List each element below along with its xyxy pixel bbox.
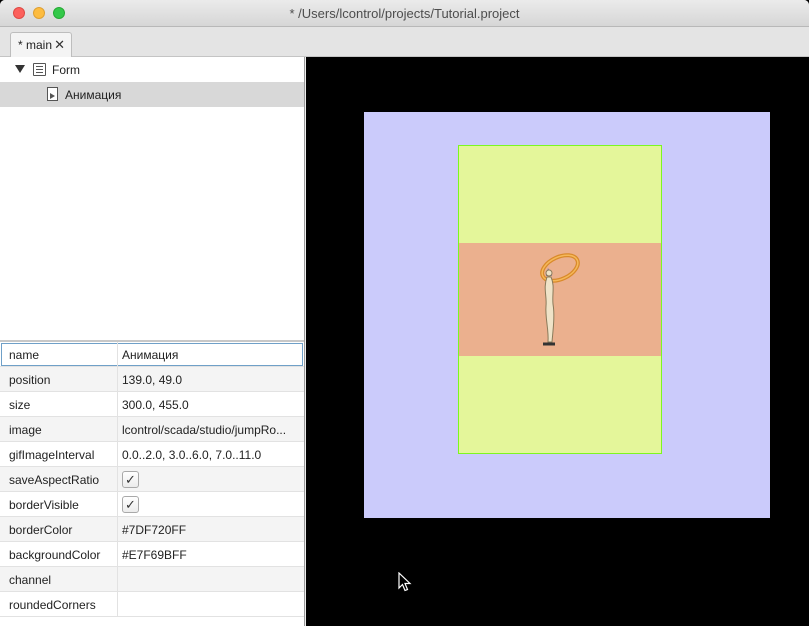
property-key: roundedCorners xyxy=(9,598,96,612)
component-tree: Form Анимация xyxy=(0,57,304,341)
property-value-gifImageInterval[interactable]: 0.0..2.0, 3.0..6.0, 7.0..11.0 xyxy=(122,448,300,462)
column-divider xyxy=(117,442,118,467)
property-value-image[interactable]: lcontrol/scada/studio/jumpRo... xyxy=(122,423,300,437)
property-row-backgroundColor[interactable]: backgroundColor #E7F69BFF xyxy=(0,542,304,567)
property-row-saveAspectRatio[interactable]: saveAspectRatio ✓ xyxy=(0,467,304,492)
property-key: backgroundColor xyxy=(9,548,101,562)
property-row-name[interactable]: name Анимация xyxy=(0,342,304,367)
property-key: saveAspectRatio xyxy=(9,473,100,487)
property-key: borderColor xyxy=(9,523,73,537)
property-key: position xyxy=(9,373,51,387)
left-pane: Form Анимация name Анимация position 139.0,… xyxy=(0,57,305,626)
form-preview[interactable] xyxy=(364,112,770,518)
property-row-roundedCorners[interactable]: roundedCorners xyxy=(0,592,304,617)
property-key: image xyxy=(9,423,42,437)
saveAspectRatio-checkbox[interactable]: ✓ xyxy=(122,471,139,488)
tree-item-animation[interactable]: Анимация xyxy=(0,82,304,107)
property-value-size[interactable]: 300.0, 455.0 xyxy=(122,398,300,412)
property-row-size[interactable]: size 300.0, 455.0 xyxy=(0,392,304,417)
column-divider xyxy=(117,342,118,367)
animation-icon xyxy=(47,87,58,101)
property-value-name[interactable]: Анимация xyxy=(122,348,300,362)
window-title: * /Users/lcontrol/projects/Tutorial.proj… xyxy=(289,6,520,21)
property-row-channel[interactable]: channel xyxy=(0,567,304,592)
property-row-borderVisible[interactable]: borderVisible ✓ xyxy=(0,492,304,517)
tab-close-icon[interactable]: ✕ xyxy=(54,37,65,53)
property-row-image[interactable]: image lcontrol/scada/studio/jumpRo... xyxy=(0,417,304,442)
property-row-position[interactable]: position 139.0, 49.0 xyxy=(0,367,304,392)
column-divider xyxy=(117,492,118,517)
form-icon xyxy=(33,63,46,76)
column-divider xyxy=(117,392,118,417)
column-divider xyxy=(117,592,118,617)
property-row-borderColor[interactable]: borderColor #7DF720FF xyxy=(0,517,304,542)
property-value-borderColor[interactable]: #7DF720FF xyxy=(122,523,300,537)
animation-image-band xyxy=(459,243,661,356)
property-row-gifImageInterval[interactable]: gifImageInterval 0.0..2.0, 3.0..6.0, 7.0.… xyxy=(0,442,304,467)
borderVisible-checkbox[interactable]: ✓ xyxy=(122,496,139,513)
property-key: borderVisible xyxy=(9,498,79,512)
tree-item-label: Form xyxy=(52,63,80,77)
tree-item-label: Анимация xyxy=(65,88,122,102)
column-divider xyxy=(117,417,118,442)
property-key: size xyxy=(9,398,31,412)
app-window: * /Users/lcontrol/projects/Tutorial.proj… xyxy=(0,0,809,626)
column-divider xyxy=(117,542,118,567)
tab-label: * main xyxy=(18,38,53,52)
tab-main[interactable]: * main ✕ xyxy=(10,32,72,57)
column-divider xyxy=(117,367,118,392)
tab-bar: * main ✕ xyxy=(0,27,809,57)
property-key: name xyxy=(9,348,40,362)
animation-component[interactable] xyxy=(458,145,662,454)
disclosure-triangle-icon[interactable] xyxy=(15,65,25,73)
property-value-position[interactable]: 139.0, 49.0 xyxy=(122,373,300,387)
title-bar: * /Users/lcontrol/projects/Tutorial.proj… xyxy=(0,0,809,27)
design-canvas[interactable] xyxy=(306,57,809,626)
properties-table: name Анимация position 139.0, 49.0 size 300.0… xyxy=(0,342,304,617)
column-divider xyxy=(117,467,118,492)
jump-rope-figure-image xyxy=(540,253,580,346)
property-key: gifImageInterval xyxy=(9,448,95,462)
property-key: channel xyxy=(9,573,52,587)
column-divider xyxy=(117,517,118,542)
mouse-cursor-icon xyxy=(398,572,412,592)
property-value-backgroundColor[interactable]: #E7F69BFF xyxy=(122,548,300,562)
tree-item-form[interactable]: Form xyxy=(0,57,304,82)
column-divider xyxy=(117,567,118,592)
